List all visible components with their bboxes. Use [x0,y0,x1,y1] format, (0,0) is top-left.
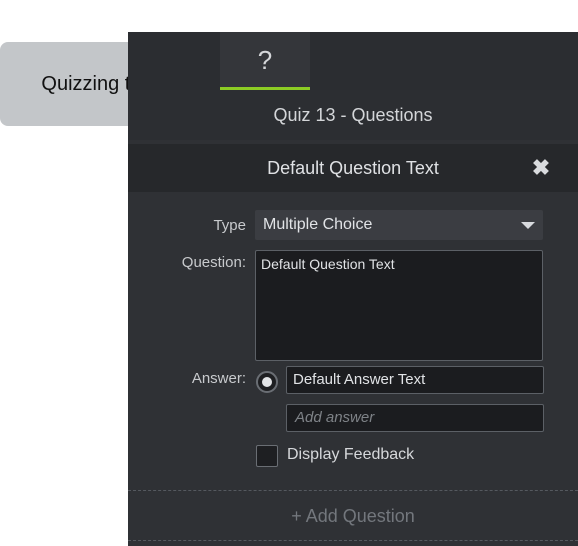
question-type-select[interactable]: Multiple Choice [255,210,543,240]
type-label: Type [213,217,246,234]
display-feedback-label[interactable]: Display Feedback [287,446,414,464]
question-header-title: Default Question Text [267,158,439,178]
radio-selected-dot [262,377,272,387]
answer-correct-radio[interactable] [256,371,278,393]
add-answer-input[interactable]: Add answer [286,404,544,432]
divider-bottom [128,540,578,541]
display-feedback-checkbox[interactable] [256,445,278,467]
question-label: Question: [181,254,246,271]
close-icon[interactable]: ✖ [530,155,552,181]
quiz-title: Quiz 13 - Questions [128,90,578,140]
tab-quizzing[interactable]: ? [220,32,310,90]
tab-strip: ? [128,32,578,90]
question-text-field[interactable]: Default Question Text [255,250,543,361]
quiz-panel: ? Quiz 13 - Questions Default Question T… [128,32,578,546]
question-type-value: Multiple Choice [263,216,373,233]
chevron-down-icon [521,222,535,229]
question-header[interactable]: Default Question Text ✖ [128,144,578,192]
divider-top [128,490,578,491]
question-mark-icon: ? [257,45,273,75]
add-question-button[interactable]: + Add Question [128,493,578,539]
answer-text-field[interactable]: Default Answer Text [286,366,544,394]
answer-label: Answer: [191,370,246,387]
